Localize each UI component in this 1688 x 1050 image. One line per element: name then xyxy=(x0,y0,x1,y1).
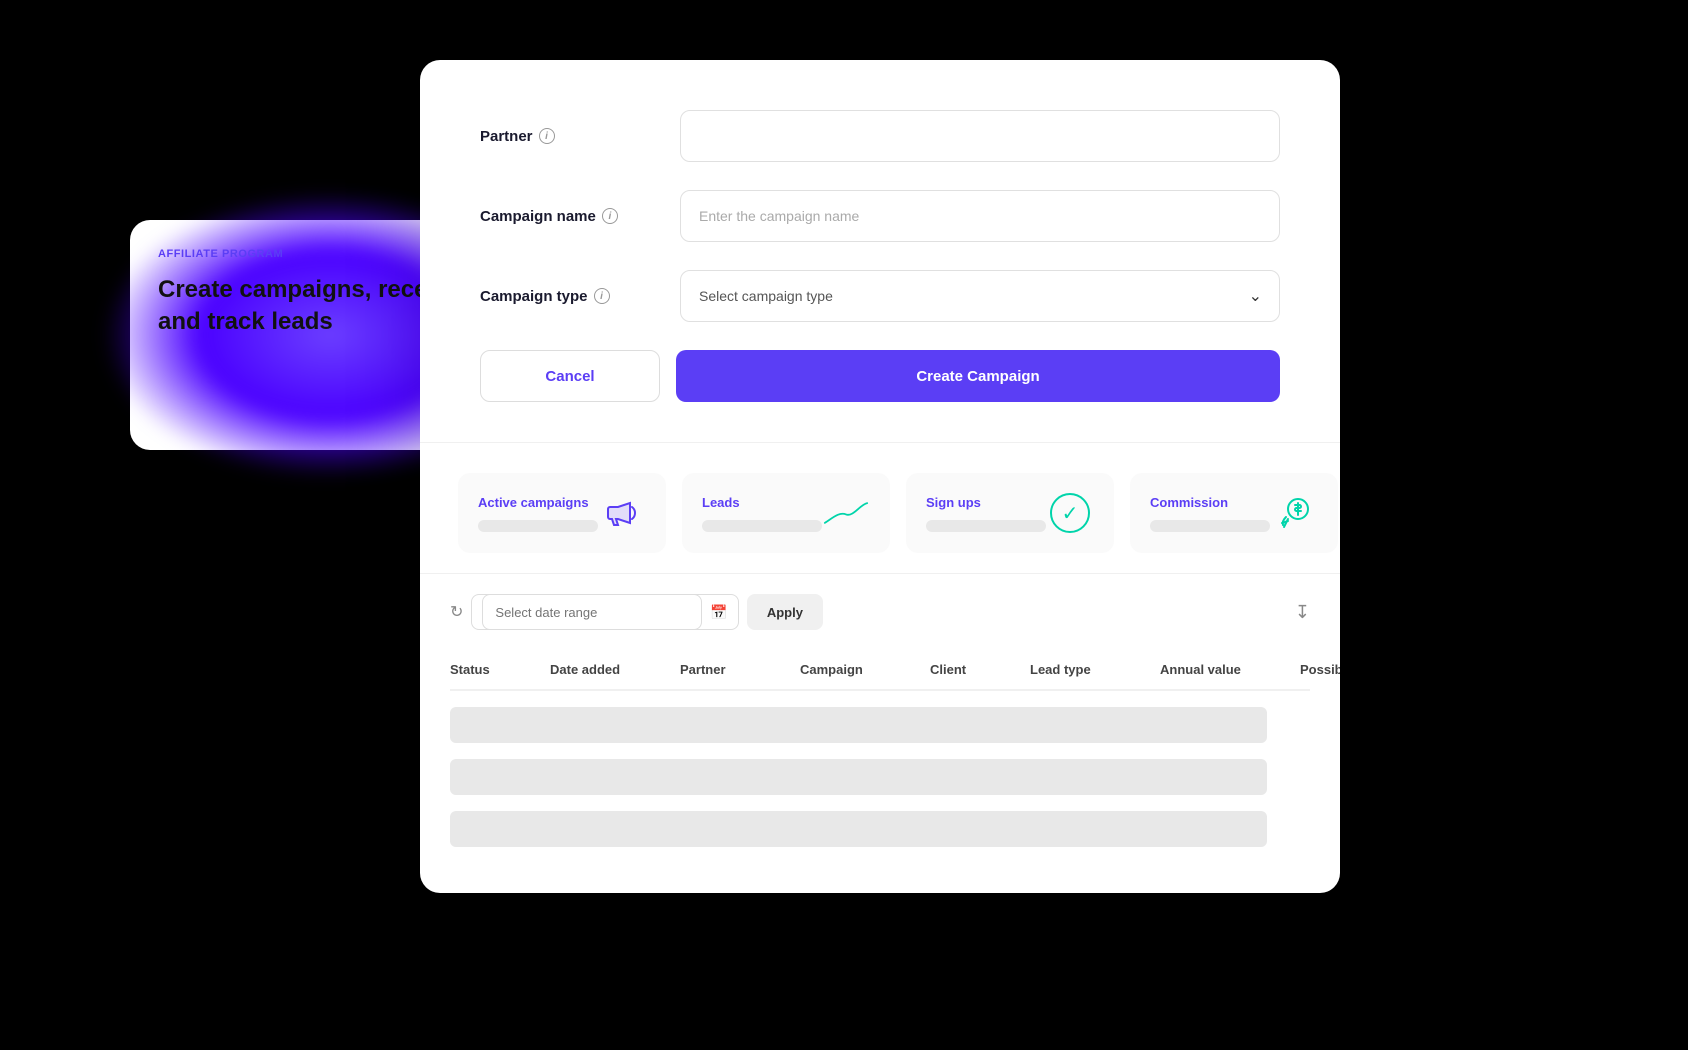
leads-value xyxy=(702,520,822,532)
filter-row: ↻ 📅 Apply ↧ xyxy=(450,594,1310,630)
active-campaigns-label: Active campaigns xyxy=(478,495,598,510)
create-campaign-button[interactable]: Create Campaign xyxy=(676,350,1280,402)
filter-group: ↻ 📅 Apply xyxy=(450,594,823,630)
campaign-type-label: Campaign type i xyxy=(480,288,680,305)
money-icon xyxy=(1270,489,1318,537)
th-client: Client xyxy=(930,662,1030,677)
campaign-name-row: Campaign name i xyxy=(480,190,1280,242)
th-campaign: Campaign xyxy=(800,662,930,677)
commission-value xyxy=(1150,520,1270,532)
table-header: Status Date added Partner Campaign Clien… xyxy=(450,650,1310,691)
form-buttons: Cancel Create Campaign xyxy=(480,350,1280,402)
modal-form: Partner i Campaign name i Campaign type … xyxy=(420,60,1340,443)
table-row xyxy=(450,707,1267,743)
cancel-button[interactable]: Cancel xyxy=(480,350,660,402)
campaign-type-select-wrapper: Select campaign type ⌄ xyxy=(680,270,1280,322)
date-range-wrapper: 📅 xyxy=(471,594,738,630)
calendar-icon: 📅 xyxy=(710,604,727,621)
partner-input[interactable] xyxy=(680,110,1280,162)
table-row xyxy=(450,811,1267,847)
sign-ups-value xyxy=(926,520,1046,532)
campaign-name-label: Campaign name i xyxy=(480,208,680,225)
date-range-input[interactable] xyxy=(482,594,702,630)
campaign-name-input[interactable] xyxy=(680,190,1280,242)
table-row xyxy=(450,759,1267,795)
th-annual-value: Annual value xyxy=(1160,662,1300,677)
th-lead-type: Lead type xyxy=(1030,662,1160,677)
affiliate-tag: AFFILIATE PROGRAM xyxy=(158,248,283,260)
campaign-type-info-icon: i xyxy=(594,288,610,304)
megaphone-icon xyxy=(598,489,646,537)
sign-ups-card: Sign ups ✓ xyxy=(906,473,1114,553)
commission-card: Commission xyxy=(1130,473,1338,553)
active-campaigns-value xyxy=(478,520,598,532)
leads-chart-icon xyxy=(822,489,870,537)
main-panel: Partner i Campaign name i Campaign type … xyxy=(420,60,1340,893)
table-section: ↻ 📅 Apply ↧ Status Date added Partner Ca… xyxy=(420,574,1340,893)
th-possible-payout: Possible payout xyxy=(1300,662,1340,677)
th-status: Status xyxy=(450,662,550,677)
apply-button[interactable]: Apply xyxy=(747,594,823,630)
active-campaigns-card: Active campaigns xyxy=(458,473,666,553)
commission-label: Commission xyxy=(1150,495,1270,510)
campaign-name-info-icon: i xyxy=(602,208,618,224)
campaign-type-select[interactable]: Select campaign type xyxy=(680,270,1280,322)
check-circle-icon: ✓ xyxy=(1046,489,1094,537)
leads-label: Leads xyxy=(702,495,822,510)
stats-section: Active campaigns Leads xyxy=(420,443,1340,574)
partner-info-icon: i xyxy=(539,128,555,144)
partner-row: Partner i xyxy=(480,110,1280,162)
th-partner: Partner xyxy=(680,662,800,677)
refresh-icon[interactable]: ↻ xyxy=(450,602,463,622)
leads-card: Leads xyxy=(682,473,890,553)
sign-ups-label: Sign ups xyxy=(926,495,1046,510)
campaign-type-row: Campaign type i Select campaign type ⌄ xyxy=(480,270,1280,322)
th-date-added: Date added xyxy=(550,662,680,677)
download-icon[interactable]: ↧ xyxy=(1295,602,1310,623)
partner-label: Partner i xyxy=(480,128,680,145)
